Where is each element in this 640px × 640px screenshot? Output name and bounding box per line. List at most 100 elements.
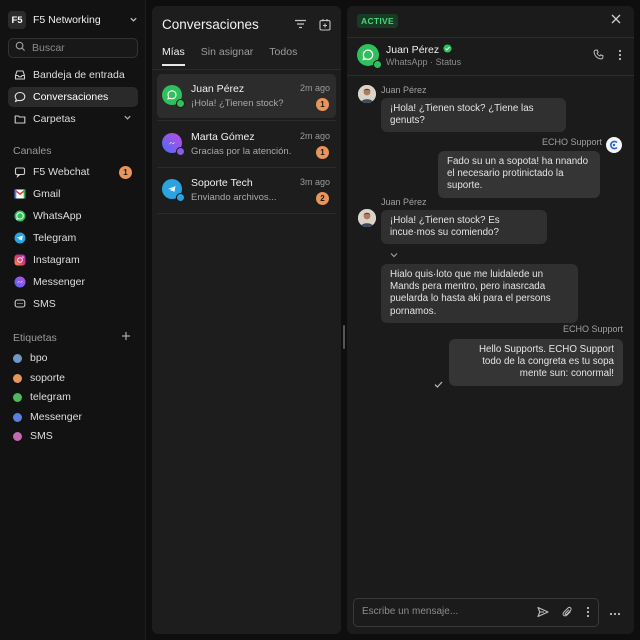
message-bubble: Fado su un a sopota! ha nnando el necesa… [438, 151, 600, 198]
org-switcher[interactable]: F5 F5 Networking [8, 10, 138, 30]
conversation-list-panel: Conversaciones Mías Sin asignar Todos Ju… [152, 6, 341, 634]
tab-mine[interactable]: Mías [162, 46, 185, 66]
search-box [8, 38, 138, 58]
echo-support-logo-icon [606, 137, 622, 153]
tag-label: Messenger [30, 411, 82, 423]
channel-gmail[interactable]: Gmail [8, 184, 138, 204]
conversation-item[interactable]: Juan Pérez ¡Hola! ¿Tienen stock? 2m ago … [157, 74, 336, 118]
conversation-name: Marta Gómez [191, 131, 255, 143]
contact-status: Status [435, 57, 462, 67]
tab-all[interactable]: Todos [269, 46, 297, 66]
tag-label: SMS [30, 430, 53, 442]
org-name: F5 Networking [33, 14, 101, 26]
webchat-icon [13, 165, 27, 179]
chat-panel: ACTIVE Juan Pérez WhatsApp · Status Juan… [347, 6, 634, 634]
conversation-item[interactable]: Soporte Tech Enviando archivos... 3m ago… [157, 168, 336, 212]
compose-icon[interactable] [319, 18, 331, 34]
verified-check-icon [443, 44, 452, 56]
tag-label: bpo [30, 352, 48, 364]
chevron-down-icon[interactable] [390, 249, 398, 261]
more-vertical-icon[interactable] [586, 606, 590, 621]
telegram-icon [162, 179, 185, 202]
tag-telegram[interactable]: telegram [13, 389, 71, 405]
phone-icon[interactable] [593, 49, 604, 64]
panel-resize-handle[interactable] [343, 325, 345, 349]
tag-sms[interactable]: SMS [13, 428, 53, 444]
telegram-icon [13, 231, 27, 245]
channel-instagram[interactable]: Instagram [8, 250, 138, 270]
conversation-time: 2m ago [299, 131, 330, 141]
avatar [358, 85, 376, 103]
search-icon [15, 41, 26, 55]
instagram-icon [13, 253, 27, 267]
chevron-down-icon [123, 113, 132, 124]
messenger-icon [13, 275, 27, 289]
nav-folders[interactable]: Carpetas [8, 109, 138, 129]
nav-conversations[interactable]: Conversaciones [8, 87, 138, 107]
channel-label: SMS [33, 298, 56, 310]
search-input[interactable] [32, 42, 132, 54]
sidebar: F5 F5 Networking Bandeja de entrada Conv… [0, 0, 146, 640]
message-sender: Juan Pérez [381, 85, 427, 95]
tags-title: Etiquetas [13, 332, 57, 344]
tag-color-dot [13, 431, 22, 441]
channel-webchat[interactable]: F5 Webchat 1 [8, 162, 138, 182]
close-icon[interactable] [611, 13, 621, 27]
chat-bubble-icon [13, 90, 27, 104]
tag-color-dot [13, 353, 22, 363]
list-divider [157, 213, 336, 214]
channels-title: Canales [13, 145, 52, 157]
sms-icon [13, 297, 27, 311]
conversation-preview: ¡Hola! ¿Tienen stock? [191, 98, 284, 109]
channel-badge-icon [176, 147, 185, 156]
channel-label: F5 Webchat [33, 166, 90, 178]
more-vertical-icon[interactable] [618, 49, 622, 64]
message-bubble: Hialo quis·loto que me luidalede un Mand… [381, 264, 578, 323]
whatsapp-icon [13, 209, 27, 223]
message-bubble: ¡Hola! ¿Tienen stock? Es incue·mos su co… [381, 210, 547, 245]
tag-messenger[interactable]: Messenger [13, 409, 82, 425]
message-input[interactable] [362, 606, 522, 617]
channel-label: Gmail [33, 188, 61, 200]
channel-messenger[interactable]: Messenger [8, 272, 138, 292]
message-sender: ECHO Support [541, 137, 602, 147]
channel-label: Messenger [33, 276, 85, 288]
channel-sms[interactable]: SMS [8, 294, 138, 314]
channel-whatsapp[interactable]: WhatsApp [8, 206, 138, 226]
channel-badge-icon [176, 193, 185, 202]
tag-bpo[interactable]: bpo [13, 350, 48, 366]
check-icon [434, 379, 443, 391]
add-tag-icon[interactable] [121, 329, 131, 344]
message-bubble: Hello Supports. ECHO Support todo de la … [449, 339, 623, 386]
chevron-down-icon [129, 15, 138, 26]
tag-soporte[interactable]: soporte [13, 370, 65, 386]
conversation-item[interactable]: Marta Gómez Gracias por la atención. 2m … [157, 122, 336, 166]
contact-channel: WhatsApp [386, 57, 428, 67]
separator-dot: · [430, 57, 434, 67]
inbox-icon [13, 68, 27, 82]
more-horizontal-icon[interactable] [609, 607, 621, 619]
unread-badge: 2 [316, 192, 329, 205]
chat-topbar: ACTIVE [347, 6, 634, 38]
online-indicator [373, 60, 382, 69]
tag-label: soporte [30, 372, 66, 384]
tag-color-dot [13, 392, 22, 402]
conversation-name: Soporte Tech [191, 177, 253, 189]
contact-header: Juan Pérez WhatsApp · Status [347, 38, 634, 76]
tab-unassigned[interactable]: Sin asignar [201, 46, 254, 66]
nav-inbox[interactable]: Bandeja de entrada [8, 65, 138, 85]
folder-icon [13, 112, 27, 126]
filter-icon[interactable] [294, 18, 307, 34]
nav-label: Bandeja de entrada [33, 69, 125, 81]
contact-name: Juan Pérez [386, 44, 440, 56]
channel-badge-icon [176, 99, 185, 108]
channel-telegram[interactable]: Telegram [8, 228, 138, 248]
message-bubble: ¡Hola! ¿Tienen stock? ¿Tiene las genuts? [381, 98, 566, 133]
send-icon[interactable] [537, 606, 549, 621]
attachment-icon[interactable] [562, 606, 573, 621]
unread-badge: 1 [119, 166, 132, 179]
messenger-icon [162, 133, 185, 156]
list-title: Conversaciones [162, 17, 259, 32]
conversation-name: Juan Pérez [191, 83, 245, 95]
unread-badge: 1 [316, 146, 329, 159]
